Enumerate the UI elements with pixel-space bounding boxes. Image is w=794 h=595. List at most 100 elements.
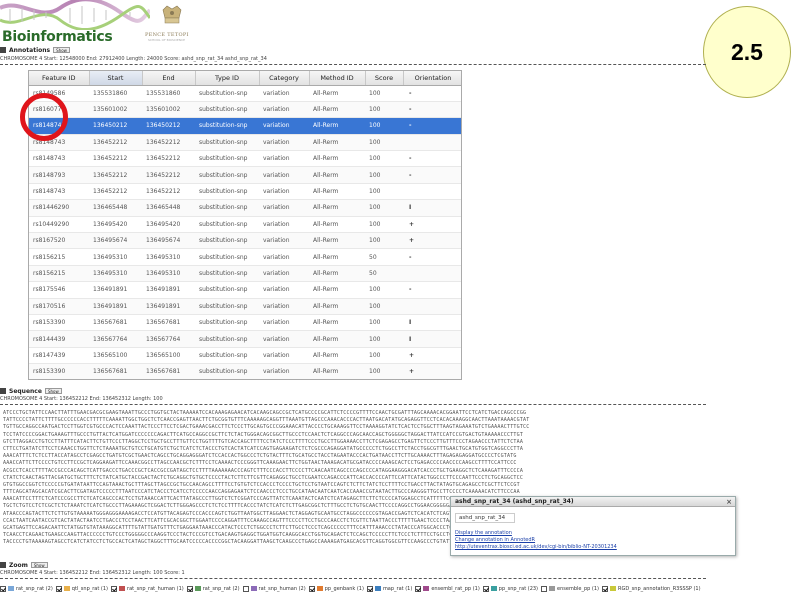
table-cell: 136495420 [89,216,142,234]
app-logo: Bioinformatics [2,29,113,45]
table-cell: rs81446290 [29,199,89,217]
checkbox[interactable] [0,585,6,592]
table-row[interactable]: rs8148743 136452212 136452212 substitution-… [29,183,461,201]
table-cell: 50 [365,265,403,283]
zoom-show-button[interactable]: Show [30,562,48,568]
table-row[interactable]: rs8167520 136495674 136495674 substitution-… [29,232,461,250]
table-cell: All-Rerm [309,363,365,379]
institution-subtitle: SCHOOL OF BIOSCIENCE [148,38,185,42]
table-cell: - [403,85,461,102]
table-cell: substitution-snp [195,248,259,266]
table-row[interactable]: rs8156215 136495310 136495310 substitution-… [29,248,461,266]
table-cell: - [403,166,461,184]
column-header[interactable]: Orientation [403,71,461,86]
checkbox[interactable] [111,585,118,592]
checkbox[interactable] [482,585,489,592]
track-toggle[interactable]: map_rat (1) [366,585,412,592]
table-row[interactable]: rs8156215 136495310 136495310 substitution-… [29,265,461,283]
change-annotation-link[interactable]: Change annotation in AnnotedR [455,537,535,543]
sequence-label: Sequence [9,387,42,395]
dna-helix-icon [0,0,150,30]
table-cell: All-Rerm [309,134,365,152]
popup-feature-field[interactable]: ashd_snp_rat_34 [455,513,515,523]
checkbox[interactable] [366,585,373,592]
table-row[interactable]: rs8175546 136491891 136491891 substitution-… [29,281,461,299]
collapse-icon[interactable] [0,562,6,568]
track-toggle[interactable]: pp_snp_rat (23) [482,585,538,592]
table-cell: variation [259,216,309,234]
column-header[interactable]: Type ID [195,71,260,86]
table-row[interactable]: rs8149586 135531860 135531860 substitution-… [29,85,461,102]
table-cell: + [403,216,461,234]
table-row[interactable]: rs8160772 135601002 135601002 substitution-… [29,101,461,119]
table-row[interactable]: rs8148793 136452212 136452212 substitution-… [29,166,461,184]
table-cell: 136491891 [142,281,195,299]
annotation-popup[interactable]: ashd_snp_rat_34 (ashd_snp_rat_34) × ashd… [450,496,736,556]
table-cell: All-Rerm [309,248,365,266]
close-icon[interactable]: × [726,497,732,507]
table-row[interactable]: rs8148743 136452212 136452212 substitution-… [29,150,461,168]
table-row[interactable]: rs8144439 136567764 136567764 substitution-… [29,330,461,348]
sequence-show-button[interactable]: Show [44,388,62,394]
table-cell: 136565100 [89,347,142,365]
annotation-url-link[interactable]: http://uteventrax.biosci.ed.ac.uk/dev/cg… [455,544,617,550]
table-cell: 136450212 [142,117,195,135]
annotations-show-button[interactable]: Show [53,47,70,53]
table-row[interactable]: rs8148743 136452212 136452212 substitution-… [29,134,461,152]
table-row[interactable]: rs10449290 136495420 136495420 substitution… [29,216,461,234]
table-cell: variation [259,314,309,332]
sequence-line: GTGTGGCCGGTCTCCCCCGTGATATAATTCCAGTAAACTG… [3,481,520,488]
track-toggle[interactable]: rat_snp_rat_human (1) [111,585,184,592]
track-color-swatch [8,586,14,591]
track-toggle[interactable]: ensemble_pp (1) [541,585,599,592]
table-cell: All-Rerm [309,101,365,119]
table-cell: 50 [365,248,403,266]
table-cell: variation [259,330,309,348]
table-row[interactable]: rs8170516 136491891 136491891 substitution-… [29,298,461,315]
track-toggle[interactable]: pp_genbank (1) [308,585,364,592]
divider [0,64,706,65]
collapse-icon[interactable] [0,47,6,53]
display-annotation-link[interactable]: Display the annotation [455,530,512,536]
track-toggle[interactable]: rat_snp_rat (2) [186,585,240,592]
column-header[interactable]: Start [89,71,143,86]
track-label: ensemble_pp (1) [557,585,599,592]
track-toggle[interactable]: ensembl_rat_pp (1) [415,585,480,592]
table-row[interactable]: rs81446290 136465448 136465448 substitution… [29,199,461,217]
column-header[interactable]: Score [365,71,404,86]
table-row[interactable]: rs8153390 136567681 136567681 substitution-… [29,314,461,332]
column-header[interactable]: Feature ID [29,71,90,86]
column-header[interactable]: Category [259,71,310,86]
collapse-icon[interactable] [0,388,6,394]
table-cell: 136491891 [89,298,142,315]
table-cell: All-Rerm [309,117,365,135]
checkbox[interactable] [541,585,548,592]
table-cell: 136567681 [142,314,195,332]
checkbox[interactable] [415,585,422,592]
table-cell: 100 [365,281,403,299]
track-toggle[interactable]: rat_snp_human (2) [242,585,306,592]
checkbox[interactable] [308,585,315,592]
table-row[interactable]: rs8153390 136567681 136567681 substitution-… [29,363,461,379]
track-color-swatch [549,586,556,591]
track-toggle[interactable]: rat_snp_rat (2) [0,585,53,592]
column-header[interactable]: End [142,71,196,86]
track-color-swatch [316,586,323,591]
checkbox[interactable] [601,585,608,592]
table-cell: substitution-snp [195,117,259,135]
checkbox[interactable] [186,585,193,592]
table-cell: + [403,232,461,250]
checkbox[interactable] [242,585,249,592]
track-toggle[interactable]: RGD_snp_annotation_R3SSSP (1) [601,585,701,592]
table-header-row: Feature ID Start End Type ID Category Method … [29,71,461,86]
track-color-swatch [250,586,257,591]
table-cell: variation [259,347,309,365]
column-header[interactable]: Method ID [309,71,366,86]
table-row[interactable]: rs8147439 136565100 136565100 substitution-… [29,347,461,365]
table-row[interactable]: rs8148743 136450212 136450212 substitution-… [29,117,461,135]
annotations-grid[interactable]: Feature ID Start End Type ID Category Method … [28,70,462,380]
track-toggle[interactable]: qtl_snp_rat (1) [55,585,108,592]
checkbox[interactable] [55,585,62,592]
table-cell: 136452212 [89,134,142,152]
table-cell: 136567764 [89,330,142,348]
